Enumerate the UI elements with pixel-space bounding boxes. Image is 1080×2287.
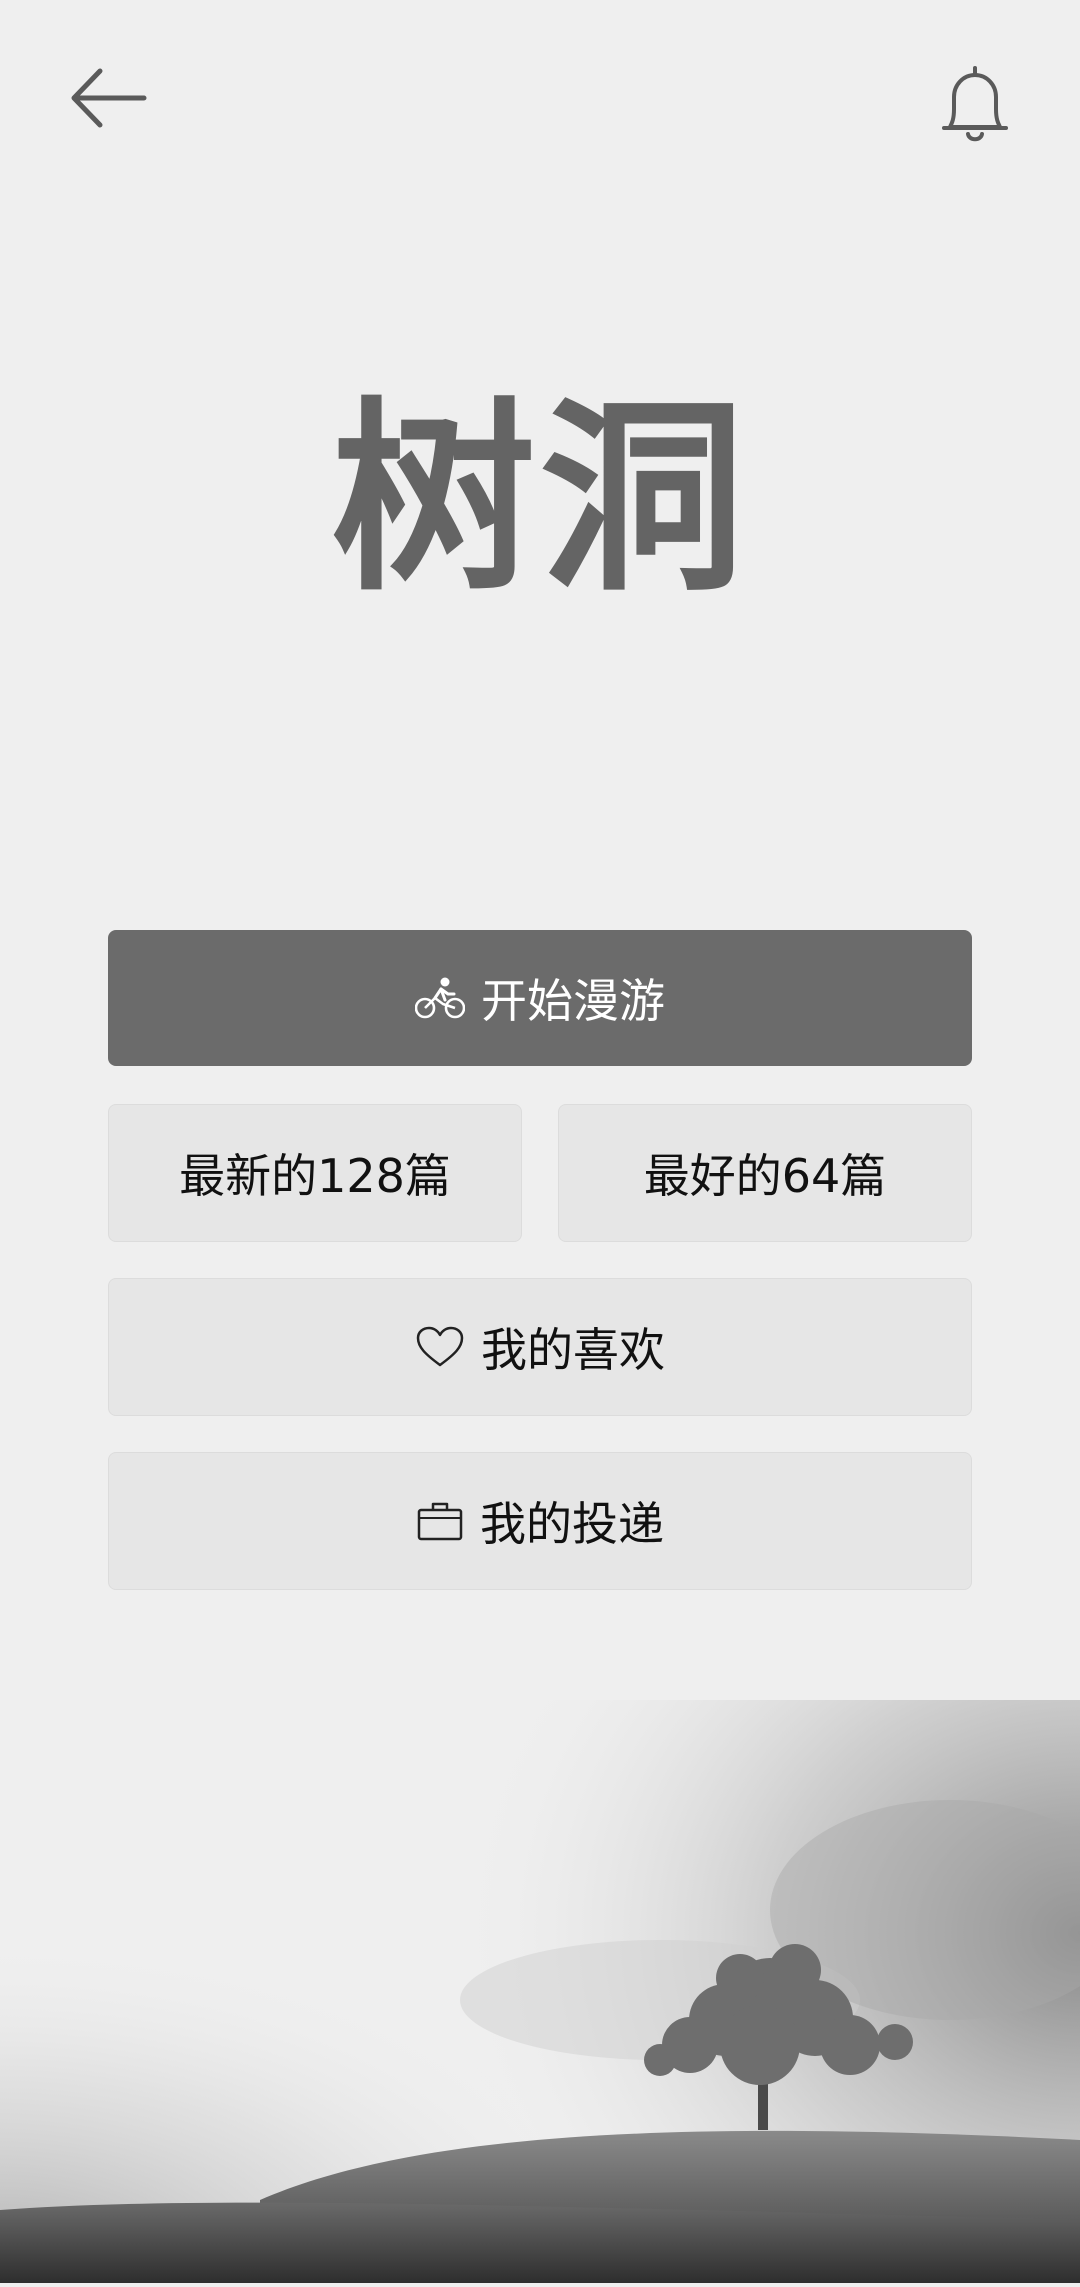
bicycle-rider-icon bbox=[415, 976, 465, 1020]
start-roaming-button[interactable]: 开始漫游 bbox=[108, 930, 972, 1066]
notification-button[interactable] bbox=[920, 50, 1030, 160]
heart-icon bbox=[415, 1325, 465, 1369]
arrow-left-icon bbox=[71, 68, 147, 128]
briefcase-icon bbox=[416, 1500, 464, 1542]
page-title: 树洞 bbox=[331, 381, 749, 619]
latest-posts-button[interactable]: 最新的128篇 bbox=[108, 1104, 522, 1242]
my-likes-button[interactable]: 我的喜欢 bbox=[108, 1278, 972, 1416]
my-submissions-button[interactable]: 我的投递 bbox=[108, 1452, 972, 1590]
latest-posts-label: 最新的128篇 bbox=[179, 1149, 451, 1203]
bell-icon bbox=[942, 66, 1008, 142]
top-bar bbox=[0, 0, 1080, 200]
my-submissions-label: 我的投递 bbox=[480, 1497, 664, 1551]
start-roaming-label: 开始漫游 bbox=[481, 974, 665, 1028]
best-posts-button[interactable]: 最好的64篇 bbox=[558, 1104, 972, 1242]
best-posts-label: 最好的64篇 bbox=[643, 1149, 887, 1203]
scenery-illustration bbox=[0, 1700, 1080, 2283]
back-button[interactable] bbox=[58, 58, 158, 138]
my-likes-label: 我的喜欢 bbox=[481, 1323, 665, 1377]
